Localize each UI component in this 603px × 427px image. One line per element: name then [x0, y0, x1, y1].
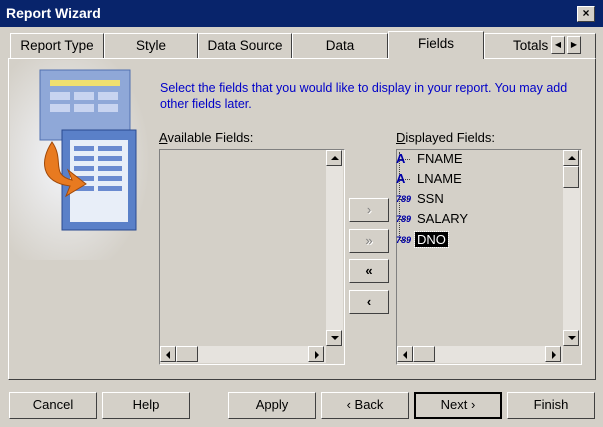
displayed-field-item[interactable]: 789 SALARY: [396, 210, 470, 228]
scroll-left-button[interactable]: [397, 346, 413, 362]
tab-data-source[interactable]: Data Source: [198, 33, 292, 58]
arrow-right-icon: [552, 351, 556, 359]
tab-scroll-right-icon[interactable]: ▶: [567, 36, 581, 54]
displayed-fields-label: Displayed Fields:: [396, 130, 495, 145]
add-field-button[interactable]: ›: [349, 198, 389, 222]
scroll-down-button[interactable]: [326, 330, 342, 346]
scroll-corner: [326, 346, 343, 363]
number-field-icon: 789: [396, 194, 412, 204]
close-icon: ×: [582, 6, 590, 20]
scroll-corner: [563, 346, 580, 363]
available-fields-label: Available Fields:: [159, 130, 254, 145]
arrow-right-icon: [315, 351, 319, 359]
instruction-text: Select the fields that you would like to…: [160, 81, 568, 111]
scroll-thumb[interactable]: [563, 166, 579, 188]
displayed-field-item[interactable]: 789 SSN: [396, 190, 446, 208]
arrow-up-icon: [568, 156, 576, 160]
displayed-field-item[interactable]: A FNAME: [396, 150, 465, 168]
available-fields-list[interactable]: [159, 149, 345, 365]
cancel-button[interactable]: Cancel: [9, 392, 97, 419]
displayed-field-item[interactable]: A LNAME: [396, 170, 464, 188]
close-button[interactable]: ×: [577, 6, 595, 22]
scroll-right-button[interactable]: [545, 346, 561, 362]
back-button[interactable]: ‹ Back: [321, 392, 409, 419]
arrow-down-icon: [568, 336, 576, 340]
number-field-icon: 789: [396, 214, 412, 224]
window-title: Report Wizard: [6, 5, 101, 21]
help-button[interactable]: Help: [102, 392, 190, 419]
displayed-horizontal-scrollbar[interactable]: [397, 346, 563, 363]
arrow-down-icon: [331, 336, 339, 340]
tab-data[interactable]: Data: [292, 33, 388, 58]
available-vertical-scrollbar[interactable]: [326, 150, 343, 346]
scroll-thumb[interactable]: [176, 346, 198, 362]
tab-fields[interactable]: Fields: [388, 31, 484, 59]
scroll-right-button[interactable]: [308, 346, 324, 362]
scroll-up-button[interactable]: [326, 150, 342, 166]
remove-all-fields-button[interactable]: «: [349, 259, 389, 283]
tab-scroll-left-icon[interactable]: ◀: [551, 36, 565, 54]
displayed-field-item-selected[interactable]: 789 DNO: [396, 231, 449, 249]
scroll-down-button[interactable]: [563, 330, 579, 346]
apply-button[interactable]: Apply: [228, 392, 316, 419]
arrow-up-icon: [331, 156, 339, 160]
scroll-thumb[interactable]: [413, 346, 435, 362]
text-field-icon: A: [396, 171, 406, 186]
add-all-fields-button[interactable]: »: [349, 229, 389, 253]
number-field-icon: 789: [396, 235, 412, 245]
displayed-vertical-scrollbar[interactable]: [563, 150, 580, 346]
wizard-illustration: [10, 60, 150, 260]
text-field-icon: A: [396, 151, 406, 166]
next-button[interactable]: Next ›: [414, 392, 502, 419]
scroll-left-button[interactable]: [160, 346, 176, 362]
tab-style[interactable]: Style: [104, 33, 198, 58]
remove-field-button[interactable]: ‹: [349, 290, 389, 314]
arrow-left-icon: [403, 351, 407, 359]
tab-report-type[interactable]: Report Type: [10, 33, 104, 58]
arrow-left-icon: [166, 351, 170, 359]
title-bar: Report Wizard ×: [0, 0, 603, 27]
report-wizard-window: Report Wizard × Report Type Style Data S…: [0, 0, 603, 427]
finish-button[interactable]: Finish: [507, 392, 595, 419]
scroll-up-button[interactable]: [563, 150, 579, 166]
available-horizontal-scrollbar[interactable]: [160, 346, 326, 363]
